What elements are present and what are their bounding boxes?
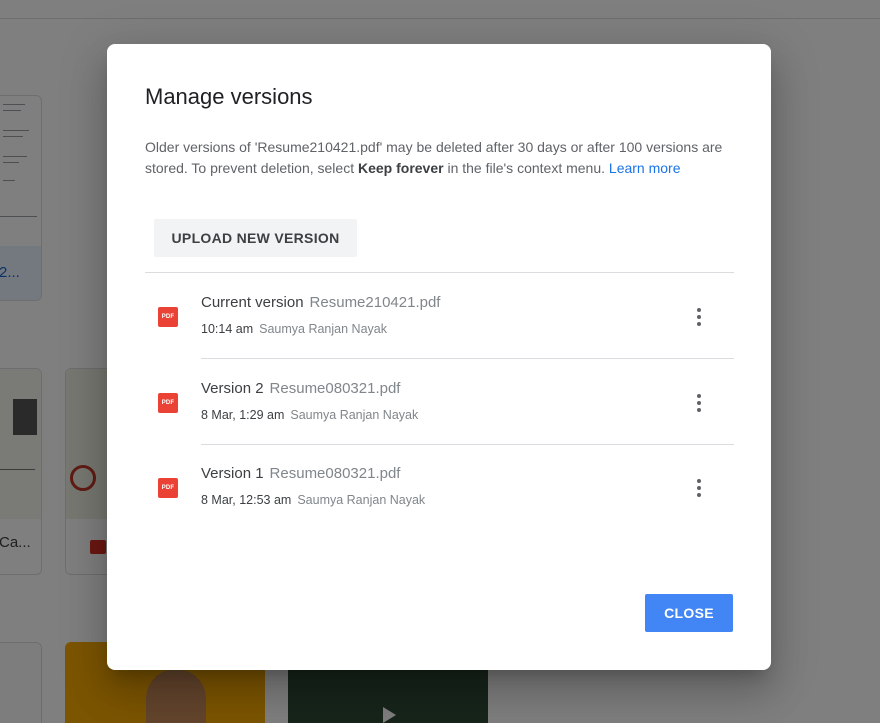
more-options-icon[interactable] [685,472,713,504]
version-author: Saumya Ranjan Nayak [290,408,419,422]
version-row-2[interactable]: PDF Version 2 Resume080321.pdf 8 Mar, 1:2… [145,359,734,445]
version-row-current[interactable]: PDF Current version Resume210421.pdf 10:1… [145,273,734,359]
version-label: Current version Resume210421.pdf [201,294,440,311]
dialog-title: Manage versions [145,84,313,109]
upload-new-version-button[interactable]: UPLOAD NEW VERSION [154,219,357,257]
version-label: Version 2 Resume080321.pdf [201,380,400,397]
version-meta: 10:14 am Saumya Ranjan Nayak [201,322,387,336]
version-filename: Resume080321.pdf [269,380,401,397]
more-options-icon[interactable] [685,301,713,333]
version-meta: 8 Mar, 12:53 am Saumya Ranjan Nayak [201,493,425,507]
version-meta: 8 Mar, 1:29 am Saumya Ranjan Nayak [201,408,418,422]
version-name: Current version [201,294,304,311]
version-filename: Resume210421.pdf [309,294,441,311]
version-time: 8 Mar, 12:53 am [201,493,292,507]
keep-forever-text: Keep forever [357,160,444,176]
version-row-1[interactable]: PDF Version 1 Resume080321.pdf 8 Mar, 12:… [145,444,734,530]
close-button[interactable]: CLOSE [645,594,733,632]
version-name: Version 2 [201,380,264,397]
version-time: 8 Mar, 1:29 am [201,408,285,422]
version-author: Saumya Ranjan Nayak [259,322,387,336]
pdf-icon: PDF [158,393,178,413]
manage-versions-dialog: Manage versions Older versions of 'Resum… [107,44,771,670]
version-author: Saumya Ranjan Nayak [297,493,426,507]
version-filename: Resume080321.pdf [269,465,401,482]
pdf-icon: PDF [158,307,178,327]
more-options-icon[interactable] [685,387,713,419]
version-time: 10:14 am [201,322,254,336]
learn-more-link[interactable]: Learn more [609,160,681,176]
description-text-end: in the file's context menu. [443,160,609,176]
dialog-description: Older versions of 'Resume210421.pdf' may… [145,137,745,179]
version-label: Version 1 Resume080321.pdf [201,465,400,482]
version-name: Version 1 [201,465,264,482]
pdf-icon: PDF [158,478,178,498]
